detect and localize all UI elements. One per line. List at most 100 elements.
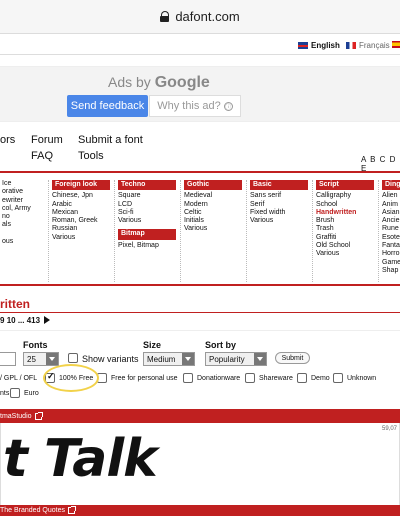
category-item[interactable]: Fixed width xyxy=(250,209,308,217)
next-page-icon[interactable] xyxy=(44,316,51,324)
unknown-checkbox[interactable] xyxy=(333,373,343,383)
category-item[interactable]: Initials xyxy=(184,217,242,225)
license-public-domain-label: / GPL / OFL xyxy=(0,375,38,382)
show-variants-checkbox[interactable] xyxy=(68,353,78,363)
external-link-icon[interactable] xyxy=(68,506,76,514)
category-item[interactable]: Horro xyxy=(382,250,400,258)
font-author-link[interactable]: The Branded Quotes xyxy=(0,507,65,514)
category-heading[interactable]: Foreign look xyxy=(52,180,110,191)
font-entry-header[interactable]: tmaStudio xyxy=(0,409,400,423)
category-select[interactable] xyxy=(0,352,16,366)
category-item[interactable]: ous xyxy=(2,238,31,246)
browser-url-bar[interactable]: dafont.com xyxy=(0,0,400,34)
category-item[interactable]: Trash xyxy=(316,225,374,233)
category-item[interactable]: Ice xyxy=(2,180,31,188)
font-preview-panel[interactable]: 59,07 t Talk xyxy=(0,423,400,505)
category-item[interactable]: Ancie xyxy=(382,217,400,225)
euro-checkbox[interactable] xyxy=(10,388,20,398)
shareware-checkbox[interactable] xyxy=(245,373,255,383)
column-divider xyxy=(114,180,115,282)
category-item[interactable]: Serif xyxy=(250,201,308,209)
category-item[interactable]: Russian xyxy=(52,225,110,233)
category-item[interactable]: Sans serif xyxy=(250,192,308,200)
sort-value: Popularity xyxy=(209,354,245,364)
annotation-circle xyxy=(43,364,99,392)
pagination: 9 10 ... 413 xyxy=(0,316,51,325)
category-item[interactable]: Asian xyxy=(382,209,400,217)
category-item[interactable]: orative xyxy=(2,188,31,196)
category-item[interactable]: Celtic xyxy=(184,209,242,217)
category-item[interactable] xyxy=(2,230,31,238)
category-item[interactable]: Shap xyxy=(382,267,400,275)
category-item-selected[interactable]: Handwritten xyxy=(316,209,374,217)
category-item[interactable]: Various xyxy=(118,217,176,225)
font-entry-header[interactable]: The Branded Quotes xyxy=(0,505,400,516)
language-spanish[interactable] xyxy=(392,41,400,48)
category-item[interactable]: Rune xyxy=(382,225,400,233)
category-item[interactable]: Brush xyxy=(316,217,374,225)
category-item[interactable]: col, Army xyxy=(2,205,31,213)
donationware-checkbox[interactable] xyxy=(183,373,193,383)
unknown-label: Unknown xyxy=(347,375,377,382)
language-french[interactable]: Français xyxy=(346,41,390,50)
nav-faq[interactable]: FAQ xyxy=(31,150,53,162)
url-text[interactable]: dafont.com xyxy=(175,9,239,24)
category-item[interactable]: Old School xyxy=(316,242,374,250)
nav-forum[interactable]: Forum xyxy=(31,134,63,146)
category-item[interactable]: Various xyxy=(52,234,110,242)
fonts-per-page-select[interactable]: 25 xyxy=(23,352,59,366)
font-author-link[interactable]: tmaStudio xyxy=(0,413,32,420)
why-this-ad-button[interactable]: Why this ad? ⓘ xyxy=(149,95,241,117)
category-item[interactable]: Arabic xyxy=(52,201,110,209)
category-item[interactable]: Anim xyxy=(382,201,400,209)
category-item[interactable]: Medieval xyxy=(184,192,242,200)
page-link[interactable]: 413 xyxy=(27,316,40,325)
nav-submit-font[interactable]: Submit a font xyxy=(78,134,143,146)
category-item[interactable]: Various xyxy=(316,250,374,258)
category-item[interactable]: Various xyxy=(184,225,242,233)
language-english[interactable]: English xyxy=(298,41,340,50)
submit-button[interactable]: Submit xyxy=(275,352,310,364)
google-logo: Google xyxy=(154,74,210,91)
category-item[interactable]: Alien xyxy=(382,192,400,200)
category-heading[interactable]: Bitmap xyxy=(118,229,176,240)
category-item[interactable]: School xyxy=(316,201,374,209)
category-heading[interactable]: Basic xyxy=(250,180,308,191)
category-item[interactable]: Pixel, Bitmap xyxy=(118,242,176,250)
send-feedback-button[interactable]: Send feedback xyxy=(67,95,148,117)
page-link[interactable]: 9 xyxy=(0,316,4,325)
category-heading[interactable]: Techno xyxy=(118,180,176,191)
category-item[interactable]: LCD xyxy=(118,201,176,209)
font-sample-text[interactable]: t Talk xyxy=(3,429,158,489)
demo-checkbox[interactable] xyxy=(297,373,307,383)
category-item[interactable]: Square xyxy=(118,192,176,200)
category-item[interactable]: Sci-fi xyxy=(118,209,176,217)
column-divider xyxy=(246,180,247,282)
category-item[interactable]: Roman, Greek xyxy=(52,217,110,225)
nav-authors[interactable]: ors xyxy=(0,134,15,146)
size-select[interactable]: Medium xyxy=(143,352,195,366)
size-value: Medium xyxy=(147,354,176,364)
page-link[interactable]: 10 xyxy=(7,316,16,325)
category-item[interactable]: Mexican xyxy=(52,209,110,217)
column-divider xyxy=(312,180,313,282)
external-link-icon[interactable] xyxy=(34,411,43,420)
category-heading[interactable]: Gothic xyxy=(184,180,242,191)
category-item[interactable]: Fanta xyxy=(382,242,400,250)
category-item[interactable]: Modern xyxy=(184,201,242,209)
category-item[interactable]: Graffiti xyxy=(316,234,374,242)
category-item[interactable]: Esote xyxy=(382,234,400,242)
sort-label: Sort by xyxy=(205,340,237,350)
category-item[interactable]: Calligraphy xyxy=(316,192,374,200)
category-heading[interactable]: Script xyxy=(316,180,374,191)
sort-select[interactable]: Popularity xyxy=(205,352,267,366)
category-item[interactable]: no xyxy=(2,213,31,221)
category-item[interactable]: als xyxy=(2,221,31,229)
category-item[interactable]: Game xyxy=(382,259,400,267)
chevron-down-icon xyxy=(182,353,194,365)
category-item[interactable]: ewriter xyxy=(2,197,31,205)
nav-tools[interactable]: Tools xyxy=(78,150,104,162)
category-item[interactable]: Various xyxy=(250,217,308,225)
category-item[interactable]: Chinese, Jpn xyxy=(52,192,110,200)
category-heading[interactable]: Ding xyxy=(382,180,400,191)
